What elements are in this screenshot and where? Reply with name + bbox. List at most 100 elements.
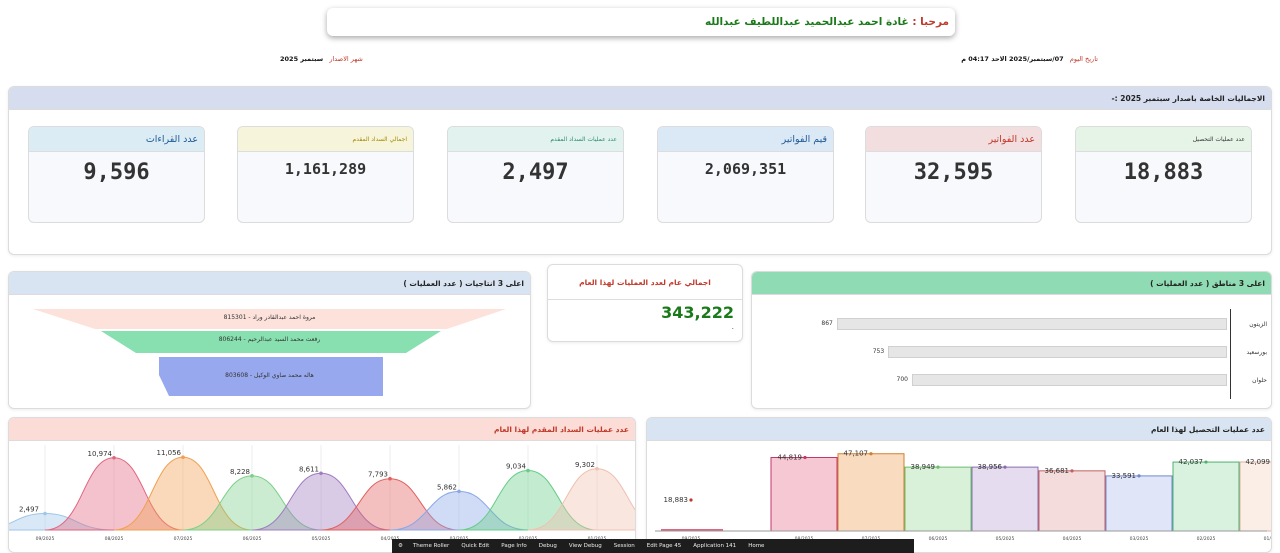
tick-label: 05/2025 bbox=[312, 536, 331, 542]
tick-label: 06/2025 bbox=[929, 536, 948, 542]
tick-label: 08/2025 bbox=[105, 536, 124, 542]
tick-label: 09/2025 bbox=[36, 536, 55, 542]
date-value: 07/سبتمبر/2025 الاحد 04:17 م bbox=[961, 55, 1064, 63]
top-regions-region: اعلى 3 مناطق ( عدد العمليات ) 867 الزيتون… bbox=[751, 271, 1272, 409]
bar bbox=[837, 453, 905, 532]
totals-title: الاجماليات الخاصة باصدار سبتمبر 2025 :- bbox=[9, 87, 1271, 110]
devbar-item[interactable]: Application 141 bbox=[693, 543, 736, 549]
data-label: 11,056 bbox=[157, 449, 182, 457]
region-bar-value: 700 bbox=[896, 376, 908, 383]
summary-card-value: 2,069,351 bbox=[704, 160, 787, 178]
data-point bbox=[689, 498, 693, 502]
data-point bbox=[1003, 465, 1007, 469]
tick-label: 05/2025 bbox=[996, 536, 1015, 542]
summary-card: عدد عمليات التحصيل 18,883 bbox=[1075, 126, 1252, 223]
data-point bbox=[43, 511, 47, 516]
bar bbox=[1239, 461, 1271, 532]
summary-card: قيم الفواتير 2,069,351 bbox=[657, 126, 834, 223]
prepaid-area-chart: 2,497 09/2025 10,974 08/2025 11,056 07/2025 8,… bbox=[9, 445, 635, 542]
summary-card-value: 32,595 bbox=[913, 160, 994, 185]
bar bbox=[904, 466, 972, 532]
date-label: تاريخ اليوم bbox=[1069, 55, 1098, 63]
devbar-item[interactable]: Quick Edit bbox=[461, 543, 489, 549]
data-point bbox=[803, 455, 807, 460]
region-bar-label: حلوان bbox=[1252, 377, 1267, 384]
devbar-item[interactable]: Session bbox=[614, 543, 635, 549]
data-label: 7,793 bbox=[368, 471, 388, 479]
region-bar-value: 867 bbox=[821, 320, 833, 327]
month-value: سبتمبر 2025 bbox=[280, 55, 324, 63]
devbar-item[interactable]: Page Info bbox=[501, 543, 526, 549]
data-label: 42,037 bbox=[1179, 458, 1204, 466]
bar bbox=[1172, 461, 1240, 532]
data-label: 5,862 bbox=[437, 483, 457, 491]
data-label: 2,497 bbox=[19, 506, 39, 514]
data-label: 38,956 bbox=[978, 463, 1003, 471]
top-producers-title: اعلى 3 انتاجيات ( عدد العمليات ) bbox=[9, 272, 530, 295]
data-point bbox=[1204, 460, 1208, 464]
region-bar-value: 753 bbox=[872, 348, 885, 355]
top-producers-region: اعلى 3 انتاجيات ( عدد العمليات ) مروة اح… bbox=[8, 271, 531, 409]
gear-icon[interactable]: ⚙ bbox=[398, 543, 403, 549]
data-point bbox=[869, 452, 873, 456]
data-label: 38,949 bbox=[911, 463, 936, 471]
data-point bbox=[526, 468, 530, 473]
data-label: 44,819 bbox=[778, 453, 803, 461]
tick-label: 02/2025 bbox=[1197, 536, 1216, 542]
data-point bbox=[319, 471, 323, 476]
summary-card: اجمالي السداد المقدم 1,161,289 bbox=[237, 126, 414, 223]
developer-toolbar: ⚙ Theme Roller Quick Edit Page Info Debug Vi… bbox=[392, 539, 914, 553]
summary-card-value: 9,596 bbox=[83, 160, 150, 185]
summary-card: عدد الفواتير 32,595 bbox=[865, 126, 1042, 223]
devbar-item[interactable]: Edit Page 45 bbox=[647, 543, 681, 549]
tick-label: 07/2025 bbox=[174, 536, 193, 542]
tick-label: 03/2025 bbox=[1130, 536, 1149, 542]
bar bbox=[770, 456, 838, 532]
bar bbox=[1038, 470, 1106, 532]
summary-card-label: عدد الفواتير bbox=[866, 127, 1041, 152]
region-bar bbox=[888, 346, 1227, 358]
bar bbox=[1105, 475, 1173, 532]
summary-card-label: عدد عمليات التحصيل bbox=[1076, 127, 1251, 152]
month-label: شهر الاصدار bbox=[329, 55, 363, 63]
devbar-item[interactable]: Theme Roller bbox=[413, 543, 449, 549]
summary-card: عدد القراءات 9,596 bbox=[28, 126, 205, 223]
summary-card-label: اجمالي السداد المقدم bbox=[238, 127, 413, 152]
funnel-label: رفعت محمد السيد عبدالرحيم - 806244 bbox=[218, 336, 321, 343]
region-bar-label: الزيتون bbox=[1249, 321, 1267, 328]
welcome-banner: مرحبا : غادة احمد عبدالحميد عبداللطيف عب… bbox=[327, 8, 955, 36]
region-bar bbox=[912, 374, 1227, 386]
devbar-item[interactable]: View Debug bbox=[569, 543, 602, 549]
data-label: 8,611 bbox=[299, 465, 319, 473]
tick-label: 04/2025 bbox=[1063, 536, 1082, 542]
collection-bar-chart: 18,88309/202544,81908/202547,10707/20253… bbox=[655, 450, 1271, 542]
tick-label: 06/2025 bbox=[243, 536, 262, 542]
data-point bbox=[388, 476, 392, 481]
devbar-item[interactable]: Home bbox=[748, 543, 764, 549]
data-label: 10,974 bbox=[88, 450, 113, 458]
prepaid-chart-title: عدد عمليات السداد المقدم لهذا العام bbox=[9, 418, 635, 441]
data-point bbox=[595, 466, 599, 471]
year-total-region: اجمالي عام لعدد العمليات لهذا العام 343,… bbox=[547, 264, 743, 342]
user-name: غادة احمد عبدالحميد عبداللطيف عبدالله bbox=[704, 16, 909, 28]
year-total-title: اجمالي عام لعدد العمليات لهذا العام bbox=[548, 265, 742, 300]
devbar-item[interactable]: Debug bbox=[539, 543, 557, 549]
top-regions-title: اعلى 3 مناطق ( عدد العمليات ) bbox=[752, 272, 1271, 295]
region-axis bbox=[1230, 309, 1231, 399]
summary-card-label: قيم الفواتير bbox=[658, 127, 833, 152]
data-label: 36,681 bbox=[1045, 467, 1070, 475]
data-label: 33,591 bbox=[1112, 472, 1137, 480]
welcome-label: مرحبا : bbox=[912, 16, 949, 28]
data-label: 47,107 bbox=[844, 450, 869, 458]
data-point bbox=[457, 489, 461, 494]
funnel-label: مروة احمد عبدالقادر وراد - 815301 bbox=[223, 314, 316, 321]
data-point bbox=[936, 465, 940, 469]
summary-card-label: عدد عمليات السداد المقدم bbox=[448, 127, 623, 152]
tick-label: 01/2025 bbox=[1264, 536, 1271, 542]
summary-card-value: 18,883 bbox=[1123, 160, 1204, 185]
region-bar bbox=[836, 318, 1227, 330]
summary-card-label: عدد القراءات bbox=[29, 127, 204, 152]
year-total-value: 343,222 bbox=[661, 303, 734, 322]
collection-chart-region: عدد عمليات التحصيل لهذا العام 18,88309/2… bbox=[646, 417, 1272, 553]
today-date: تاريخ اليوم 07/سبتمبر/2025 الاحد 04:17 م bbox=[961, 55, 1098, 63]
